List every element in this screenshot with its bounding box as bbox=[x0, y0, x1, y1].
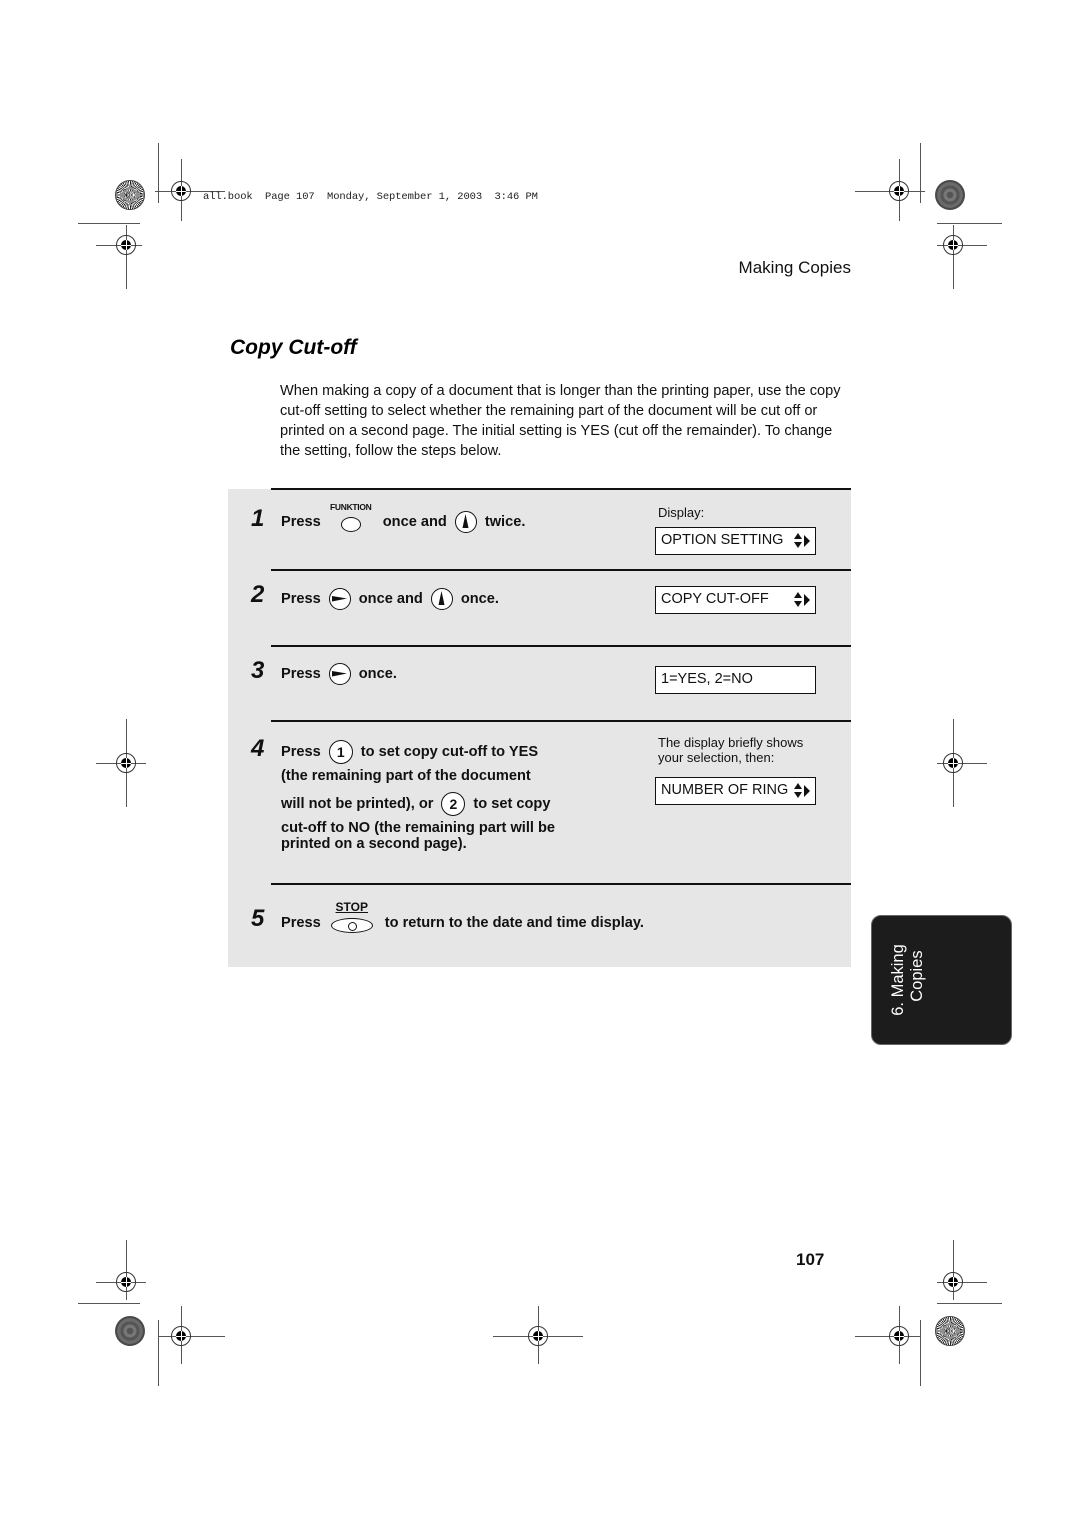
print-header: all.book Page 107 Monday, September 1, 2… bbox=[203, 191, 538, 203]
chapter-tab-line-1: 6. Making bbox=[889, 944, 908, 1016]
funktion-key-label: FUNKTION bbox=[330, 502, 372, 512]
step-number: 4 bbox=[251, 735, 265, 762]
step-text: to set copy bbox=[473, 796, 551, 812]
step-1-instruction: Press FUNKTION once and twice. bbox=[281, 502, 526, 535]
up-down-right-arrows-icon bbox=[794, 533, 810, 548]
step-divider bbox=[271, 488, 851, 490]
step-2-instruction: Press once and once. bbox=[281, 587, 499, 611]
step-text: once. bbox=[358, 666, 397, 682]
step-press-label: Press bbox=[281, 744, 321, 760]
step-press-label: Press bbox=[281, 514, 321, 530]
step-3-instruction: Press once. bbox=[281, 662, 397, 686]
number-key-2-icon: 2 bbox=[441, 792, 466, 816]
step-text: to return to the date and time display. bbox=[384, 915, 644, 931]
step-press-label: Press bbox=[281, 915, 321, 931]
step-number: 1 bbox=[251, 505, 265, 532]
registration-disc-icon bbox=[115, 1316, 145, 1346]
page-number: 107 bbox=[796, 1250, 825, 1269]
step-divider bbox=[271, 883, 851, 885]
step-text: once. bbox=[460, 591, 499, 607]
step-number: 3 bbox=[251, 657, 265, 684]
step-text: once and bbox=[358, 591, 423, 607]
lcd-text: OPTION SETTING bbox=[661, 532, 784, 548]
step-number: 5 bbox=[251, 905, 265, 932]
crop-mark bbox=[78, 223, 140, 224]
registration-disc-icon bbox=[935, 180, 965, 210]
display-note: The display briefly shows your selection… bbox=[658, 735, 804, 765]
intro-paragraph: When making a copy of a document that is… bbox=[280, 383, 841, 459]
crop-mark bbox=[920, 1320, 921, 1386]
lcd-text: COPY CUT-OFF bbox=[661, 591, 769, 607]
stop-key-icon: STOP bbox=[329, 900, 375, 937]
step-text: will not be printed), or bbox=[281, 796, 434, 812]
right-arrow-key-icon bbox=[328, 663, 351, 685]
running-head: Making Copies bbox=[738, 258, 851, 277]
display-caption: Display: bbox=[658, 505, 705, 520]
number-key-1-icon: 1 bbox=[328, 740, 353, 764]
step-4-line-1: Press 1 to set copy cut-off to YES bbox=[281, 740, 538, 764]
registration-starburst-icon bbox=[935, 1316, 965, 1346]
step-divider bbox=[271, 720, 851, 722]
step-text: once and bbox=[382, 514, 447, 530]
section-title: Copy Cut-off bbox=[230, 336, 357, 359]
chapter-tab[interactable]: 6. Making Copies bbox=[871, 915, 1012, 1045]
registration-starburst-icon bbox=[115, 180, 145, 210]
step-4-line-2: (the remaining part of the document bbox=[281, 768, 531, 784]
funktion-key-icon: FUNKTION bbox=[329, 502, 373, 535]
crop-mark bbox=[937, 1303, 1002, 1304]
step-number: 2 bbox=[251, 581, 265, 608]
up-arrow-key-icon bbox=[454, 511, 477, 533]
lcd-display-number-of-ring: NUMBER OF RING bbox=[655, 777, 816, 805]
step-press-label: Press bbox=[281, 591, 321, 607]
up-arrow-key-icon bbox=[430, 588, 453, 610]
step-text: twice. bbox=[484, 514, 526, 530]
crop-mark bbox=[920, 143, 921, 203]
crop-mark bbox=[78, 1303, 140, 1304]
steps-panel bbox=[228, 489, 851, 967]
step-4-line-5: printed on a second page). bbox=[281, 836, 467, 852]
step-press-label: Press bbox=[281, 666, 321, 682]
lcd-text: 1=YES, 2=NO bbox=[661, 671, 753, 687]
right-arrow-key-icon bbox=[328, 588, 351, 610]
up-down-right-arrows-icon bbox=[794, 592, 810, 607]
step-text: to set copy cut-off to YES bbox=[360, 744, 539, 760]
step-5-instruction: Press STOP to return to the date and tim… bbox=[281, 900, 644, 937]
lcd-display-copy-cut-off: COPY CUT-OFF bbox=[655, 586, 816, 614]
step-divider bbox=[271, 569, 851, 571]
crop-mark bbox=[158, 1320, 159, 1386]
lcd-display-option-setting: OPTION SETTING bbox=[655, 527, 816, 555]
step-divider bbox=[271, 645, 851, 647]
up-down-right-arrows-icon bbox=[794, 783, 810, 798]
step-4-line-4: cut-off to NO (the remaining part will b… bbox=[281, 820, 556, 836]
crop-mark bbox=[937, 223, 1002, 224]
lcd-display-yes-no: 1=YES, 2=NO bbox=[655, 666, 816, 694]
step-4-line-3: will not be printed), or 2 to set copy bbox=[281, 792, 550, 816]
chapter-tab-line-2: Copies bbox=[908, 950, 927, 1002]
lcd-text: NUMBER OF RING bbox=[661, 782, 789, 798]
stop-key-label: STOP bbox=[335, 900, 368, 914]
crop-mark bbox=[158, 143, 159, 203]
